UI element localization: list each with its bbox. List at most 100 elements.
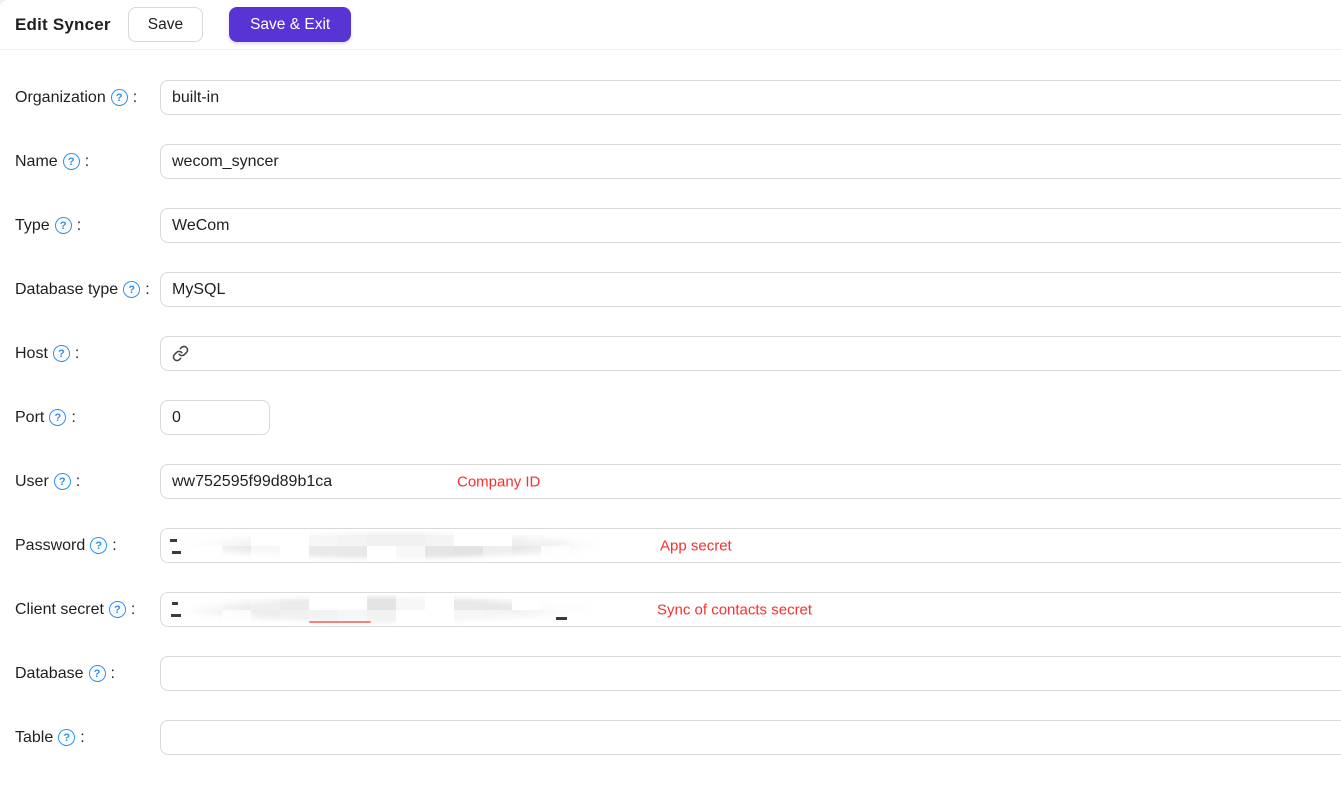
text-fragment — [556, 617, 567, 620]
field-label-name: Name?: — [15, 153, 160, 171]
type-select[interactable]: WeCom — [160, 208, 1341, 243]
field-label-organization: Organization?: — [15, 89, 160, 107]
database-type-select[interactable]: MySQL — [160, 272, 1341, 307]
label-colon: : — [132, 88, 138, 106]
field-label-text: Port — [15, 408, 45, 426]
organization-select[interactable]: built-in — [160, 80, 1341, 115]
field-value: MySQL — [172, 280, 226, 298]
field-label-text: Database — [15, 664, 84, 682]
field-label-password: Password?: — [15, 537, 160, 555]
field-label-database-type: Database type?: — [15, 281, 160, 299]
red-annotation-user: Company ID — [457, 473, 541, 490]
text-fragment — [172, 551, 181, 554]
name-input[interactable]: wecom_syncer — [160, 144, 1341, 179]
form-row-type: Type?: WeCom — [15, 208, 1341, 243]
label-colon: : — [80, 728, 85, 746]
redacted-pixelated-overlay — [164, 529, 619, 562]
field-label-type: Type?: — [15, 217, 160, 235]
field-label-host: Host?: — [15, 345, 160, 363]
field-control-table — [160, 720, 1341, 755]
field-label-text: Name — [15, 152, 58, 170]
help-circle-icon[interactable]: ? — [88, 665, 106, 682]
spellcheck-underline — [309, 621, 371, 623]
red-annotation-password: App secret — [660, 537, 732, 554]
edit-syncer-card: Edit Syncer Save Save & Exit Organizatio… — [0, 0, 1341, 790]
text-fragment — [172, 602, 178, 605]
host-input[interactable] — [160, 336, 1341, 371]
help-circle-icon[interactable]: ? — [123, 281, 141, 298]
label-colon: : — [84, 152, 90, 170]
label-colon: : — [75, 472, 81, 490]
form-row-client-secret: Client secret?: Sync of contacts secret — [15, 592, 1341, 627]
field-label-text: Type — [15, 216, 50, 234]
help-circle-icon[interactable]: ? — [49, 409, 67, 426]
card-header: Edit Syncer Save Save & Exit — [0, 0, 1341, 50]
page-title: Edit Syncer — [15, 14, 111, 34]
form-row-port: Port?: 0 — [15, 400, 1341, 435]
label-colon: : — [112, 536, 117, 554]
field-value: wecom_syncer — [172, 152, 279, 170]
field-label-text: Organization — [15, 88, 106, 106]
save-and-exit-button[interactable]: Save & Exit — [229, 7, 352, 42]
field-control-name: wecom_syncer — [160, 144, 1341, 179]
link-icon — [172, 345, 189, 362]
field-label-text: Password — [15, 536, 86, 554]
field-label-text: Host — [15, 344, 48, 362]
client-secret-input[interactable]: Sync of contacts secret — [160, 592, 1341, 627]
field-label-text: Table — [15, 728, 54, 746]
help-circle-icon[interactable]: ? — [52, 345, 70, 362]
field-label-port: Port?: — [15, 409, 160, 427]
field-value: ww752595f99d89b1ca — [172, 472, 333, 490]
form-row-table: Table?: — [15, 720, 1341, 755]
red-annotation-client-secret: Sync of contacts secret — [657, 601, 813, 618]
form-row-database: Database?: — [15, 656, 1341, 691]
help-circle-icon[interactable]: ? — [62, 153, 80, 170]
field-control-database-type: MySQL — [160, 272, 1341, 307]
text-fragment — [170, 539, 177, 542]
help-circle-icon[interactable]: ? — [108, 601, 126, 618]
field-value: 0 — [172, 408, 181, 426]
label-colon: : — [130, 600, 136, 618]
user-input[interactable]: ww752595f99d89b1ca Company ID — [160, 464, 1341, 499]
form-row-user: User?: ww752595f99d89b1ca Company ID — [15, 464, 1341, 499]
field-label-database: Database?: — [15, 665, 160, 683]
help-circle-icon[interactable]: ? — [54, 217, 72, 234]
label-colon: : — [110, 664, 115, 682]
save-button[interactable]: Save — [127, 7, 204, 42]
label-colon: : — [145, 280, 150, 298]
field-label-text: User — [15, 472, 49, 490]
help-circle-icon[interactable]: ? — [90, 537, 108, 554]
label-colon: : — [71, 408, 76, 426]
field-value: WeCom — [172, 216, 230, 234]
field-value: built-in — [172, 88, 220, 106]
field-label-text: Client secret — [15, 600, 104, 618]
field-label-client-secret: Client secret?: — [15, 601, 160, 619]
field-control-client-secret: Sync of contacts secret — [160, 592, 1341, 627]
field-label-table: Table?: — [15, 729, 160, 747]
form-row-organization: Organization?: built-in — [15, 80, 1341, 115]
password-input[interactable]: App secret — [160, 528, 1341, 563]
help-circle-icon[interactable]: ? — [110, 89, 128, 106]
field-control-password: App secret — [160, 528, 1341, 563]
field-label-text: Database type — [15, 280, 119, 298]
help-circle-icon[interactable]: ? — [58, 729, 76, 746]
database-input[interactable] — [160, 656, 1341, 691]
field-label-user: User?: — [15, 473, 160, 491]
field-control-organization: built-in — [160, 80, 1341, 115]
field-control-host — [160, 336, 1341, 371]
field-control-port: 0 — [160, 400, 270, 435]
form-row-host: Host?: — [15, 336, 1341, 371]
field-control-user: ww752595f99d89b1ca Company ID — [160, 464, 1341, 499]
redacted-pixelated-overlay — [164, 593, 599, 626]
label-colon: : — [74, 344, 80, 362]
form-row-name: Name?: wecom_syncer — [15, 144, 1341, 179]
label-colon: : — [76, 216, 82, 234]
field-control-database — [160, 656, 1341, 691]
table-input[interactable] — [160, 720, 1341, 755]
help-circle-icon[interactable]: ? — [53, 473, 71, 490]
syncer-form: Organization?: built-in Name?: wecom_syncer… — [0, 50, 1341, 755]
form-row-password: Password?: App secret — [15, 528, 1341, 563]
form-row-database-type: Database type?: MySQL — [15, 272, 1341, 307]
port-input[interactable]: 0 — [160, 400, 270, 435]
field-control-type: WeCom — [160, 208, 1341, 243]
